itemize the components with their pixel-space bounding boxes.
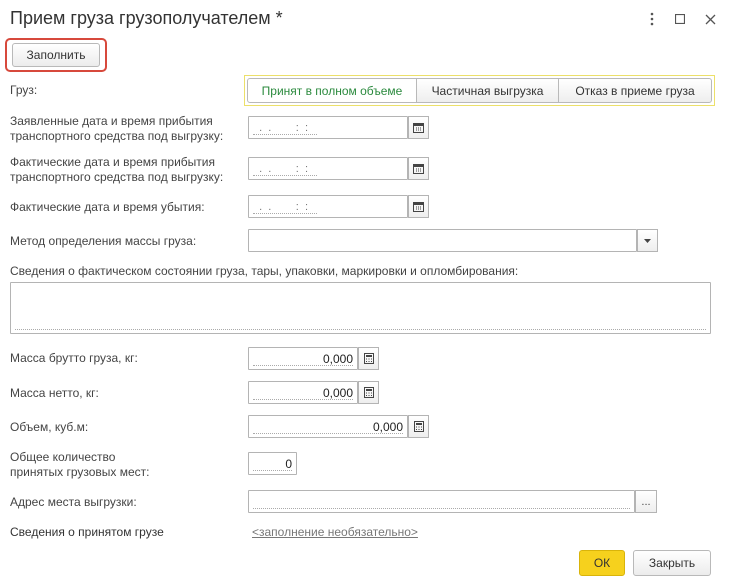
actual-departure-input[interactable]: . . : : [248,195,408,218]
fill-button[interactable]: Заполнить [12,43,100,67]
calculator-icon[interactable] [358,347,379,370]
cargo-label: Груз: [10,83,38,97]
maximize-icon[interactable] [670,9,690,29]
calculator-icon[interactable] [358,381,379,404]
window-title: Прием груза грузополучателем * [10,8,283,28]
calendar-icon[interactable] [408,157,429,180]
volume-label: Объем, куб.м: [10,420,89,434]
unload-address-input[interactable] [248,490,635,513]
condition-label: Сведения о фактическом состоянии груза, … [10,264,519,278]
cargo-option-partial[interactable]: Частичная выгрузка [416,78,559,103]
actual-arrival-label-line2: транспортного средства под выгрузку: [10,170,224,184]
more-vertical-icon[interactable] [642,9,662,29]
net-mass-input[interactable]: 0,000 [248,381,358,404]
calculator-icon[interactable] [408,415,429,438]
places-label-line2: принятых грузовых мест: [10,465,150,479]
unload-address-label: Адрес места выгрузки: [10,495,137,509]
places-input[interactable]: 0 [248,452,297,475]
condition-textarea[interactable] [10,282,711,334]
mass-method-select[interactable] [248,229,637,252]
actual-arrival-label-line1: Фактические дата и время прибытия [10,155,215,169]
cargo-option-refused[interactable]: Отказ в приеме груза [558,78,712,103]
actual-departure-label: Фактические дата и время убытия: [10,200,205,214]
mass-method-label: Метод определения массы груза: [10,234,197,248]
cargo-option-full[interactable]: Принят в полном объеме [247,78,417,103]
declared-arrival-label-line2: транспортного средства под выгрузку: [10,129,224,143]
declared-arrival-label-line1: Заявленные дата и время прибытия [10,114,213,128]
actual-arrival-input[interactable]: . . : : [248,157,408,180]
gross-mass-input[interactable]: 0,000 [248,347,358,370]
volume-input[interactable]: 0,000 [248,415,408,438]
calendar-icon[interactable] [408,195,429,218]
places-label-line1: Общее количество [10,450,116,464]
chevron-down-icon[interactable] [637,229,658,252]
accepted-info-label: Сведения о принятом грузе [10,525,164,539]
close-button[interactable]: Закрыть [633,550,711,576]
unload-address-select-button[interactable]: ... [635,490,657,513]
close-icon[interactable] [700,9,720,29]
cargo-status-selector: Принят в полном объеме Частичная выгрузк… [244,75,715,106]
gross-mass-label: Масса брутто груза, кг: [10,351,138,365]
ok-button[interactable]: ОК [579,550,625,576]
declared-arrival-input[interactable]: . . : : [248,116,408,139]
calendar-icon[interactable] [408,116,429,139]
accepted-info-link[interactable]: <заполнение необязательно> [252,525,418,539]
net-mass-label: Масса нетто, кг: [10,386,99,400]
